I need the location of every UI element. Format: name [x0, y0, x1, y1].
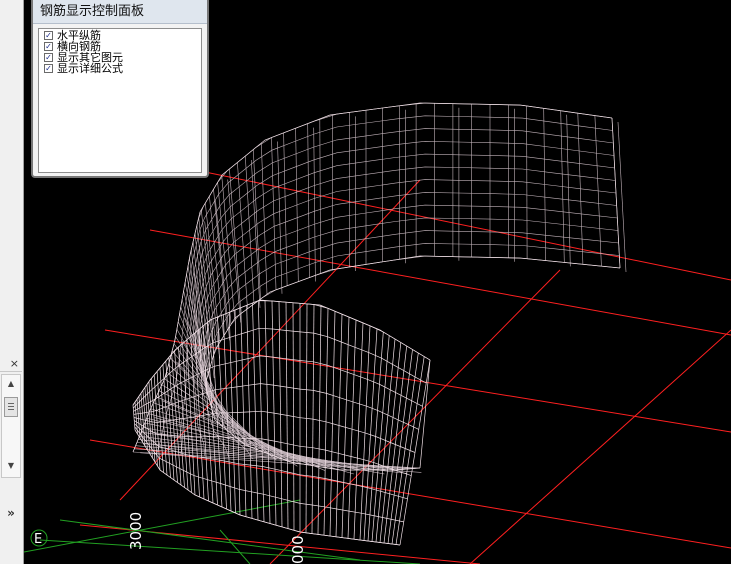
checkbox-icon[interactable]: ✓: [44, 31, 53, 40]
scroll-up-icon[interactable]: ▲: [2, 377, 20, 391]
option-show-detailed-formula[interactable]: ✓ 显示详细公式: [39, 63, 201, 74]
axis-marker-label: E: [34, 532, 42, 547]
dimension-label-partial: 000: [289, 535, 307, 564]
scroll-thumb[interactable]: [4, 397, 18, 417]
dimension-label-3000: 3000: [127, 512, 145, 550]
panel-title[interactable]: 钢筋显示控制面板: [33, 0, 207, 24]
close-icon[interactable]: ×: [0, 356, 22, 372]
checkbox-icon[interactable]: ✓: [44, 53, 53, 62]
scroll-down-icon[interactable]: ▼: [2, 459, 20, 473]
option-list: ✓ 水平纵筋 ✓ 横向钢筋 ✓ 显示其它图元 ✓ 显示详细公式: [38, 28, 202, 173]
checkbox-icon[interactable]: ✓: [44, 64, 53, 73]
expand-panel-button[interactable]: »: [0, 500, 22, 526]
scrollbar[interactable]: ▲ ▼: [1, 374, 21, 478]
rebar-display-control-panel: 钢筋显示控制面板 ✓ 水平纵筋 ✓ 横向钢筋 ✓ 显示其它图元 ✓ 显示详细公式: [31, 0, 209, 178]
option-label: 显示详细公式: [57, 62, 123, 75]
left-side-strip: × ▲ ▼ »: [0, 0, 24, 564]
checkbox-icon[interactable]: ✓: [44, 42, 53, 51]
